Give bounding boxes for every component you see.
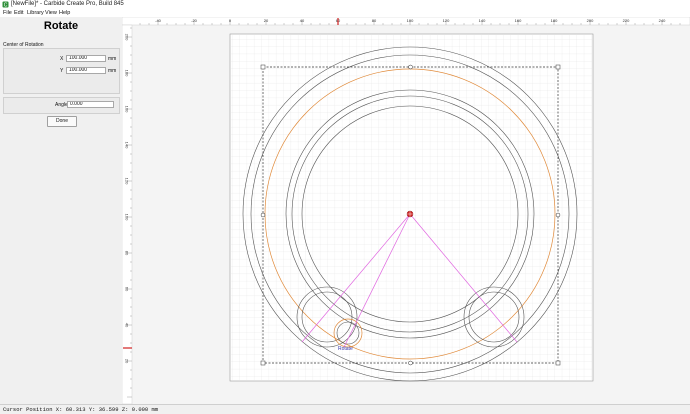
y-unit-label: mm — [108, 68, 117, 74]
center-x-input[interactable] — [66, 55, 106, 62]
menu-edit[interactable]: Edit — [14, 9, 23, 17]
x-tick-label: 220 — [623, 18, 630, 23]
x-tick-label: 120 — [443, 18, 450, 23]
y-tick-label: 120 — [125, 178, 130, 185]
y-tick-label: 40 — [125, 323, 130, 328]
x-tick-label: -40 — [155, 18, 162, 23]
angle-group: Angle — [3, 97, 120, 114]
menu-bar: File Edit Library View Help — [0, 9, 690, 17]
y-tick-label: 140 — [125, 142, 130, 149]
x-tick-label: 20 — [264, 18, 269, 23]
menu-view[interactable]: View — [45, 9, 57, 17]
y-tick-label: 180 — [125, 70, 130, 77]
y-tick-label: 20 — [125, 359, 130, 364]
svg-text:C: C — [4, 3, 8, 8]
x-tick-label: 40 — [300, 18, 305, 23]
y-tick-label: 80 — [125, 251, 130, 256]
x-tick-label: 140 — [479, 18, 486, 23]
angle-input[interactable] — [67, 101, 114, 108]
x-tick-label: 160 — [515, 18, 522, 23]
menu-library[interactable]: Library — [27, 9, 44, 17]
menu-help[interactable]: Help — [59, 9, 70, 17]
x-unit-label: mm — [108, 56, 117, 62]
rotate-handle-label[interactable]: Rotate — [338, 346, 353, 352]
status-bar: Cursor Position X: 60.313 Y: 36.599 Z: 0… — [0, 404, 690, 414]
x-tick-label: -20 — [191, 18, 198, 23]
y-tick-label: 160 — [125, 106, 130, 113]
title-bar: C [NewFile]* - Carbide Create Pro, Build… — [0, 0, 690, 9]
x-tick-label: 100 — [407, 18, 414, 23]
rotate-panel: Rotate Center of Rotation X mm Y mm Angl… — [0, 17, 123, 404]
menu-file[interactable]: File — [3, 9, 12, 17]
done-button[interactable]: Done — [47, 116, 77, 127]
x-label: X — [60, 56, 64, 62]
carbide-create-icon: C — [2, 1, 9, 8]
cursor-position-readout: Cursor Position X: 60.313 Y: 36.599 Z: 0… — [3, 406, 159, 413]
window-title: [NewFile]* - Carbide Create Pro, Build 8… — [11, 1, 124, 7]
angle-label: Angle — [55, 102, 68, 108]
x-tick-label: 80 — [372, 18, 377, 23]
y-tick-label: 100 — [125, 214, 130, 221]
x-tick-label: 180 — [551, 18, 558, 23]
panel-title: Rotate — [43, 20, 79, 32]
center-of-rotation-group: X mm Y mm — [3, 48, 120, 94]
x-tick-label: 200 — [587, 18, 594, 23]
y-label: Y — [60, 68, 64, 74]
x-tick-label: 240 — [659, 18, 666, 23]
y-tick-label: 60 — [125, 287, 130, 292]
center-y-input[interactable] — [66, 67, 106, 74]
design-canvas[interactable]: -40-20020406080100120140160180200220240 … — [121, 16, 690, 405]
y-tick-label: 200 — [125, 34, 130, 41]
